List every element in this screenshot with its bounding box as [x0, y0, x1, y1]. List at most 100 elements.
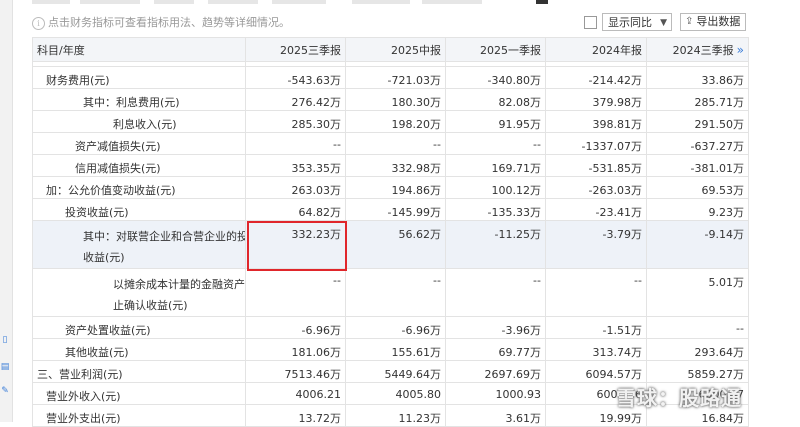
cell-value: 353.35万 [245, 154, 346, 177]
cell-value: -- [245, 132, 346, 155]
cell-value: -381.01万 [646, 154, 749, 177]
scroll-right-icon[interactable]: » [737, 43, 744, 57]
tab-7[interactable] [422, 0, 482, 4]
cell-value: -1337.07万 [545, 132, 647, 155]
cell-value: -3.79万 [545, 220, 647, 269]
cell-value: -6.96万 [245, 316, 346, 339]
compare-select[interactable]: 显示同比 ▼ [602, 13, 672, 31]
cell-value: 91.95万 [445, 110, 546, 133]
cell-value: -721.03万 [345, 66, 446, 89]
cell-value: 198.20万 [345, 110, 446, 133]
cell-value: -- [445, 132, 546, 155]
tab-3[interactable] [154, 0, 194, 4]
cell-value: 2697.69万 [445, 360, 546, 383]
cell-value: 276.42万 [245, 88, 346, 111]
cell-value: 82.08万 [445, 88, 546, 111]
note-icon[interactable]: ▤ [0, 361, 10, 373]
cell-value: 100.12万 [445, 176, 546, 199]
cell-value: 291.50万 [646, 110, 749, 133]
cell-value: -- [245, 268, 346, 317]
cell-value: 155.61万 [345, 338, 446, 361]
cell-value: 313.74万 [545, 338, 647, 361]
cell-value: 1000.93 [445, 382, 546, 405]
cell-value: 379.98万 [545, 88, 647, 111]
cell-value: 33.86万 [646, 66, 749, 89]
cell-value: 56.62万 [345, 220, 446, 269]
export-icon: ⇪ [685, 16, 694, 27]
tab-1[interactable] [32, 0, 70, 4]
table-row: 其中：利息费用(元) 276.42万 180.30万 82.08万 379.98… [32, 88, 749, 111]
row-label[interactable]: 三、营业利润(元) [32, 360, 246, 383]
cell-value: 169.71万 [445, 154, 546, 177]
cell-value: -- [345, 132, 446, 155]
cell-value: 5859.27万 [646, 360, 749, 383]
header-period[interactable]: 2025三季报 [245, 37, 346, 62]
header-period-label: 2024三季报 [672, 43, 734, 57]
table-row: 投资收益(元) 64.82万 -145.99万 -135.33万 -23.41万… [32, 198, 749, 221]
header-row: 科目/年度 2025三季报 2025中报 2025一季报 2024年报 2024… [32, 37, 749, 62]
row-label-line2: 收益(元) [83, 251, 125, 264]
cell-value: -145.99万 [345, 198, 446, 221]
cell-value: -3.96万 [445, 316, 546, 339]
edit-icon[interactable]: ✎ [0, 385, 10, 397]
cell-value: -340.80万 [445, 66, 546, 89]
table-row: 资产减值损失(元) -- -- -- -1337.07万 -637.27万 [32, 132, 749, 155]
cell-value: -263.03万 [545, 176, 647, 199]
row-label[interactable]: 其中：利息费用(元) [32, 88, 246, 111]
row-label-line1: 其中：对联营企业和合营企业的投资 [83, 230, 246, 243]
cell-value: 194.86万 [345, 176, 446, 199]
cell-value: -135.33万 [445, 198, 546, 221]
row-label[interactable]: 加：公允价值变动收益(元) [32, 176, 246, 199]
row-label[interactable]: 营业外支出(元) [32, 404, 246, 427]
financial-table: 科目/年度 2025三季报 2025中报 2025一季报 2024年报 2024… [32, 37, 749, 427]
export-button[interactable]: ⇪ 导出数据 [680, 13, 746, 31]
compare-checkbox[interactable] [584, 16, 597, 29]
row-label[interactable]: 财务费用(元) [32, 66, 246, 89]
cell-value: 332.98万 [345, 154, 446, 177]
cell-value: -- [545, 268, 647, 317]
cell-value: -- [345, 268, 446, 317]
top-tab-strip [32, 0, 552, 4]
header-period[interactable]: 2024年报 [545, 37, 647, 62]
header-period[interactable]: 2025中报 [345, 37, 446, 62]
cell-value: -214.42万 [545, 66, 647, 89]
tab-2[interactable] [80, 0, 140, 4]
row-label[interactable]: 利息收入(元) [32, 110, 246, 133]
cell-value: -23.41万 [545, 198, 647, 221]
table-row: 其他收益(元) 181.06万 155.61万 69.77万 313.74万 2… [32, 338, 749, 361]
table-row: 以摊余成本计量的金融资产终 止确认收益(元) -- -- -- -- 5.01万 [32, 268, 749, 317]
tab-5[interactable] [272, 0, 326, 4]
cell-value: 285.30万 [245, 110, 346, 133]
row-label[interactable]: 其他收益(元) [32, 338, 246, 361]
row-label[interactable]: 投资收益(元) [32, 198, 246, 221]
compare-select-value: 显示同比 [608, 16, 652, 29]
row-label-line1: 以摊余成本计量的金融资产终 [113, 278, 246, 291]
cell-value: -1.51万 [545, 316, 647, 339]
table-row: 资产处置收益(元) -6.96万 -6.96万 -3.96万 -1.51万 -- [32, 316, 749, 339]
row-label[interactable]: 以摊余成本计量的金融资产终 止确认收益(元) [32, 268, 246, 317]
tab-4[interactable] [208, 0, 258, 4]
header-period[interactable]: 2024三季报» [646, 37, 749, 62]
row-label[interactable]: 资产减值损失(元) [32, 132, 246, 155]
row-label[interactable]: 其中：对联营企业和合营企业的投资 收益(元) [32, 220, 246, 269]
cell-value: 5449.64万 [345, 360, 446, 383]
row-label[interactable]: 资产处置收益(元) [32, 316, 246, 339]
top-right-mark [536, 0, 548, 4]
cell-value: 9.23万 [646, 198, 749, 221]
row-label[interactable]: 营业外收入(元) [32, 382, 246, 405]
cell-value: -543.63万 [245, 66, 346, 89]
table-row: 财务费用(元) -543.63万 -721.03万 -340.80万 -214.… [32, 66, 749, 89]
cell-value: 69.77万 [445, 338, 546, 361]
table-row: 三、营业利润(元) 7513.46万 5449.64万 2697.69万 609… [32, 360, 749, 383]
cell-value: 11.23万 [345, 404, 446, 427]
info-icon: i [32, 16, 45, 30]
tab-6[interactable] [352, 0, 410, 4]
cell-value: -6.96万 [345, 316, 446, 339]
table-row-highlighted: 其中：对联营企业和合营企业的投资 收益(元) 332.23万 56.62万 -11… [32, 220, 749, 269]
header-period[interactable]: 2025一季报 [445, 37, 546, 62]
row-label[interactable]: 信用减值损失(元) [32, 154, 246, 177]
doc-icon[interactable]: ▯ [0, 334, 10, 346]
cell-value: 13.72万 [245, 404, 346, 427]
cell-value: -9.14万 [646, 220, 749, 269]
cell-value: 5.01万 [646, 268, 749, 317]
